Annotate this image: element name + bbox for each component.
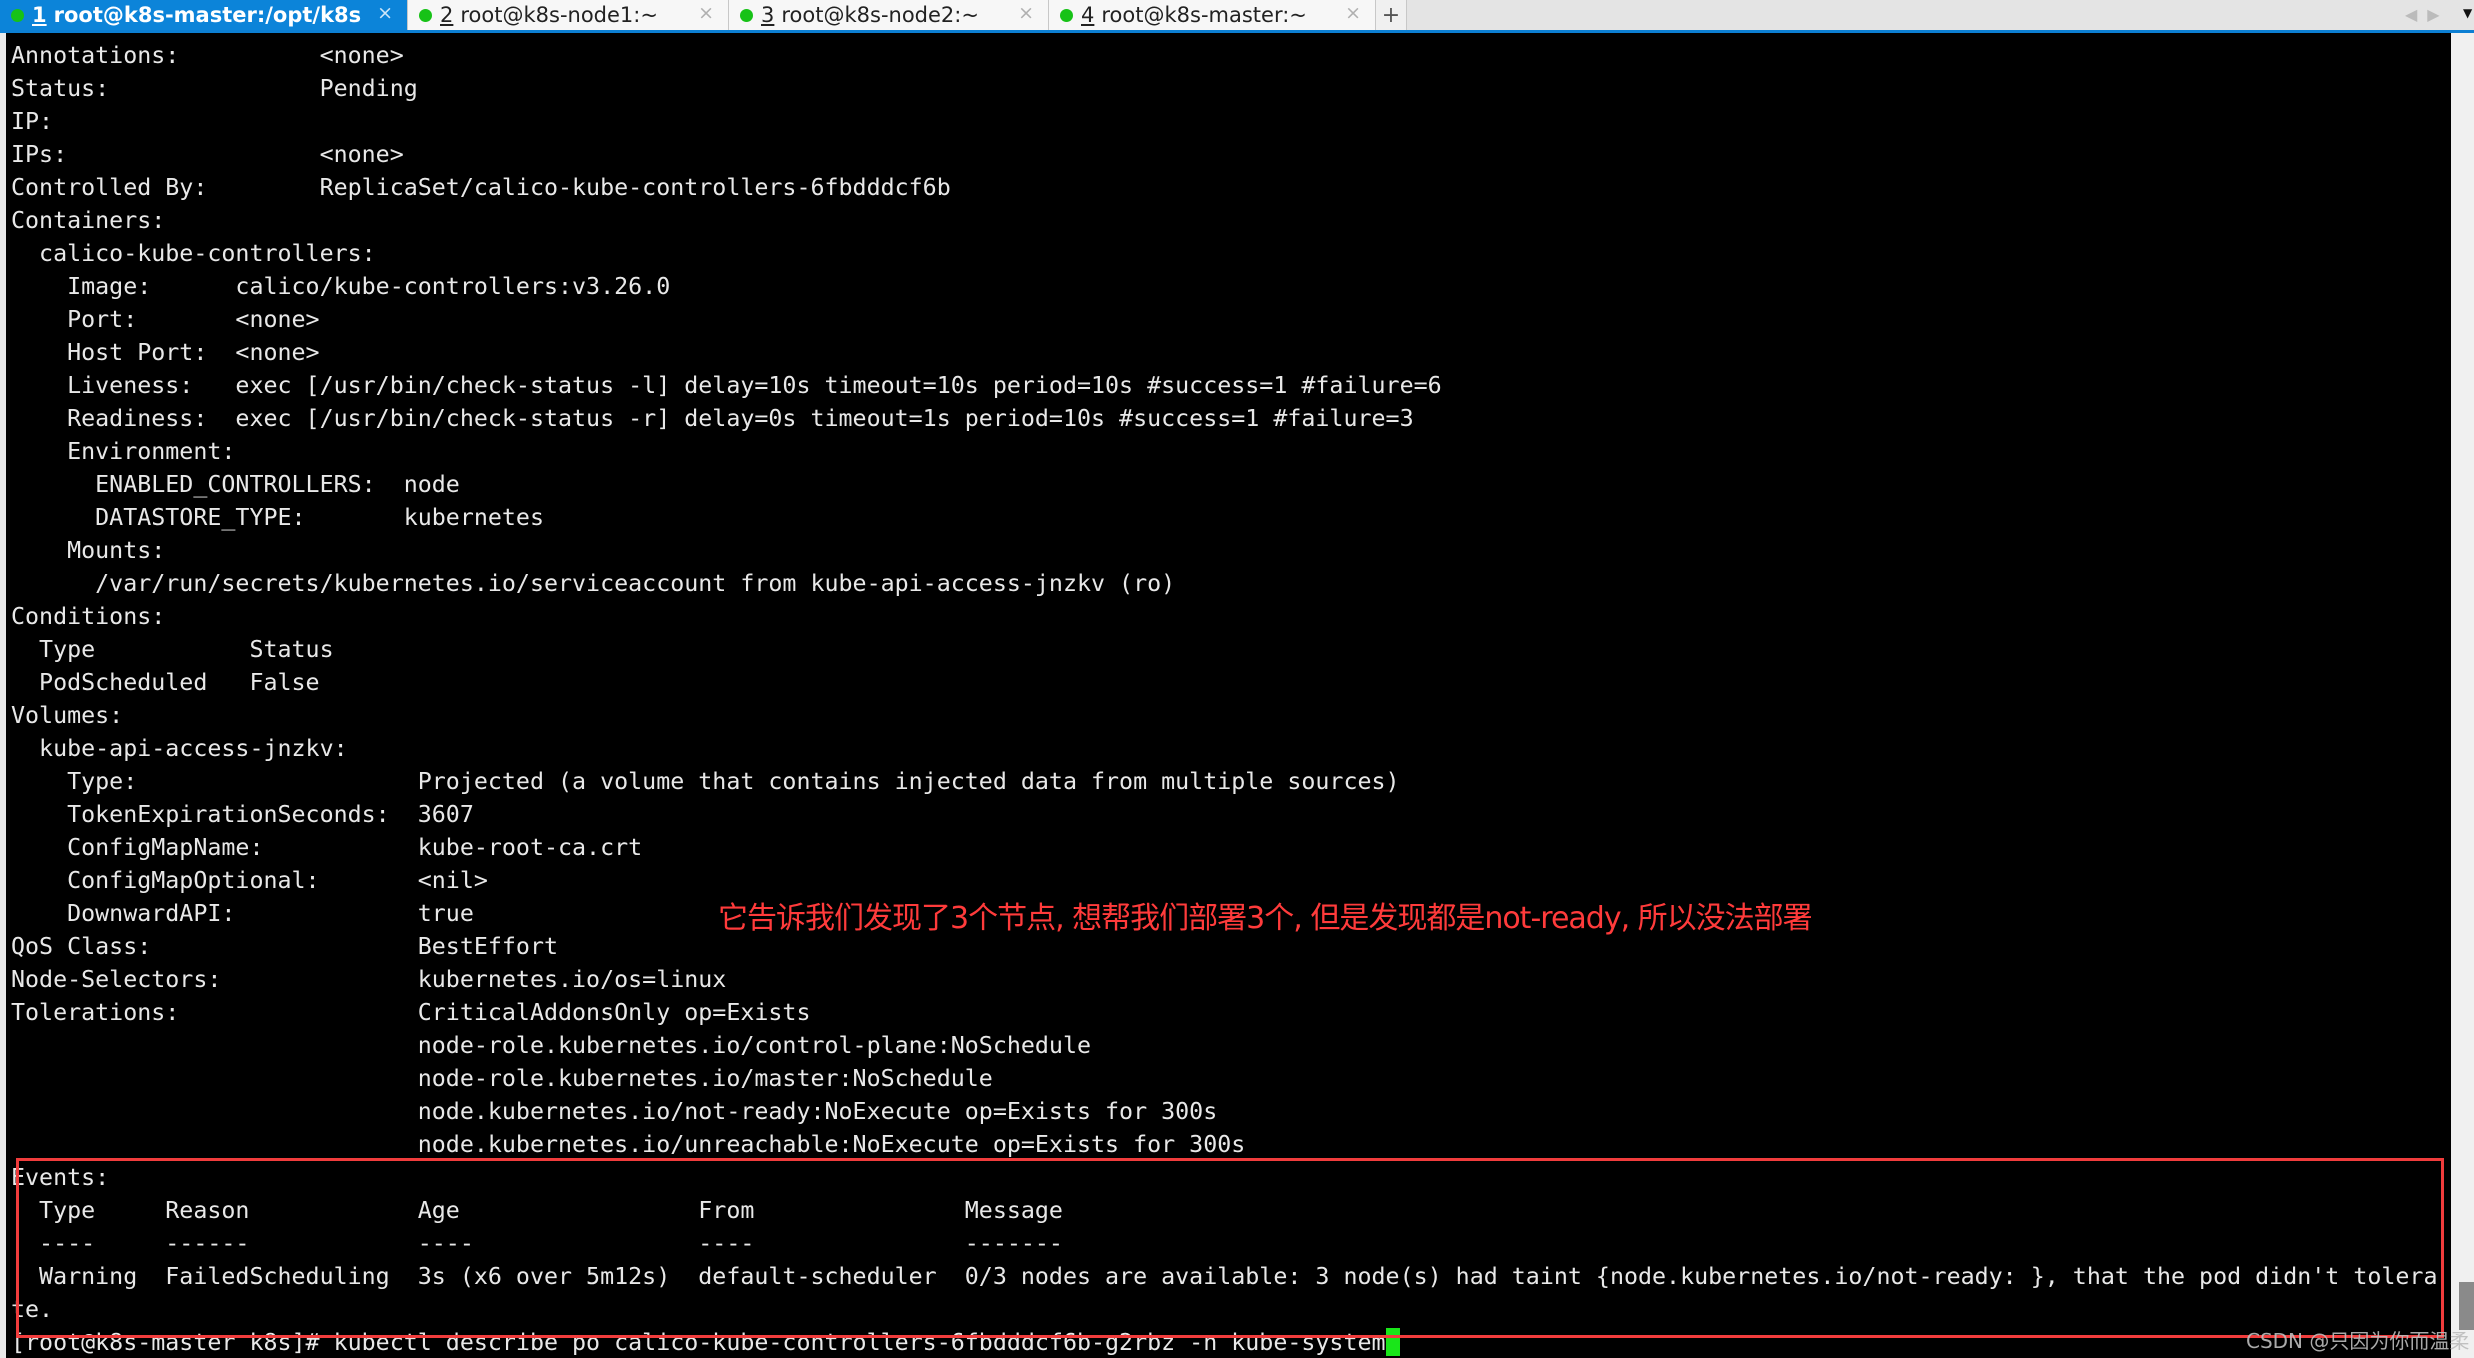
terminal-line: PodScheduled False [11,669,320,696]
terminal-line: ENABLED_CONTROLLERS: node [11,471,460,498]
status-dot-icon [1060,8,1073,22]
terminal-line: /var/run/secrets/kubernetes.io/serviceac… [11,570,1176,597]
terminal-output[interactable]: Annotations: <none> Status: Pending IP: IPs… [6,33,2451,1358]
shell-prompt-line: [root@k8s-master k8s]# kubectl describe … [11,1326,2437,1358]
tab-2[interactable]: 2 root@k8s-node1:~ × [408,0,729,30]
vertical-scrollbar[interactable] [2451,33,2474,1358]
close-icon[interactable]: × [698,2,714,24]
terminal-lines: Annotations: <none> Status: Pending IP: IPs… [11,39,2437,1358]
terminal-line: Annotations: <none> [11,42,404,69]
tab-number: 2 [440,3,454,27]
tab-title: root@k8s-node2:~ [781,3,979,27]
status-dot-icon [11,8,24,22]
tab-3[interactable]: 3 root@k8s-node2:~ × [729,0,1049,30]
text-cursor [1385,1328,1400,1356]
scrollbar-thumb[interactable] [2459,1282,2474,1330]
terminal-line: IPs: <none> [11,141,404,168]
terminal-line: node.kubernetes.io/unreachable:NoExecute… [11,1131,1246,1158]
terminal-line: Type Reason Age From Message [11,1197,1063,1224]
terminal-line: Type Status [11,636,334,663]
tab-number: 4 [1081,3,1095,27]
terminal-line: Readiness: exec [/usr/bin/check-status -… [11,405,1414,432]
terminal-line: Host Port: <none> [11,339,320,366]
terminal-line: Controlled By: ReplicaSet/calico-kube-co… [11,174,951,201]
tab-number: 1 [32,3,47,27]
terminal-line: TokenExpirationSeconds: 3607 [11,801,474,828]
tab-menu-dropdown-icon[interactable]: ▼ [2463,6,2472,20]
close-icon[interactable]: × [1018,2,1034,24]
terminal-line: calico-kube-controllers: [11,240,376,267]
terminal-line: Liveness: exec [/usr/bin/check-status -l… [11,372,1442,399]
tab-scroll-arrows-icon[interactable]: ◀▶ [2405,5,2450,24]
terminal-line: Containers: [11,207,166,234]
terminal-line: ConfigMapName: kube-root-ca.crt [11,834,643,861]
watermark: CSDN @只因为你而温柔 [2246,1329,2470,1353]
new-tab-button[interactable]: + [1376,0,1407,30]
status-dot-icon [419,8,432,22]
tab-bar: 1 root@k8s-master:/opt/k8s × 2 root@k8s-… [0,0,2474,33]
terminal-line: ---- ------ ---- ---- ------- [11,1230,1063,1257]
annotation-note: 它告诉我们发现了3个节点, 想帮我们部署3个, 但是发现都是not-ready,… [718,901,1813,936]
terminal-line: Status: Pending [11,75,418,102]
terminal-line: node-role.kubernetes.io/master:NoSchedul… [11,1065,993,1092]
terminal-line: te. [11,1296,54,1323]
status-dot-icon [740,8,753,22]
terminal-line: Conditions: [11,603,166,630]
tab-title: root@k8s-master:~ [1101,3,1307,27]
tab-number: 3 [761,3,775,27]
terminal-line: DATASTORE_TYPE: kubernetes [11,504,544,531]
terminal-line: Warning FailedScheduling 3s (x6 over 5m1… [11,1263,2438,1290]
terminal-line: IP: [11,108,54,135]
tab-title: root@k8s-node1:~ [460,3,658,27]
terminal-line: Type: Projected (a volume that contains … [11,768,1400,795]
terminal-line: Events: [11,1164,110,1191]
terminal-line: kube-api-access-jnzkv: [11,735,348,762]
terminal-line: Node-Selectors: kubernetes.io/os=linux [11,966,727,993]
terminal-line: Image: calico/kube-controllers:v3.26.0 [11,273,671,300]
terminal-line: Tolerations: CriticalAddonsOnly op=Exist… [11,999,811,1026]
terminal-line: Volumes: [11,702,124,729]
tab-title: root@k8s-master:/opt/k8s [53,3,362,27]
tab-4[interactable]: 4 root@k8s-master:~ × [1049,0,1376,30]
tab-1[interactable]: 1 root@k8s-master:/opt/k8s × [0,0,408,30]
terminal-line: node-role.kubernetes.io/control-plane:No… [11,1032,1091,1059]
terminal-line: Mounts: [11,537,166,564]
terminal-line: Environment: [11,438,236,465]
terminal-line: node.kubernetes.io/not-ready:NoExecute o… [11,1098,1218,1125]
close-icon[interactable]: × [1345,2,1361,24]
close-icon[interactable]: × [377,2,393,24]
terminal-line: Port: <none> [11,306,320,333]
